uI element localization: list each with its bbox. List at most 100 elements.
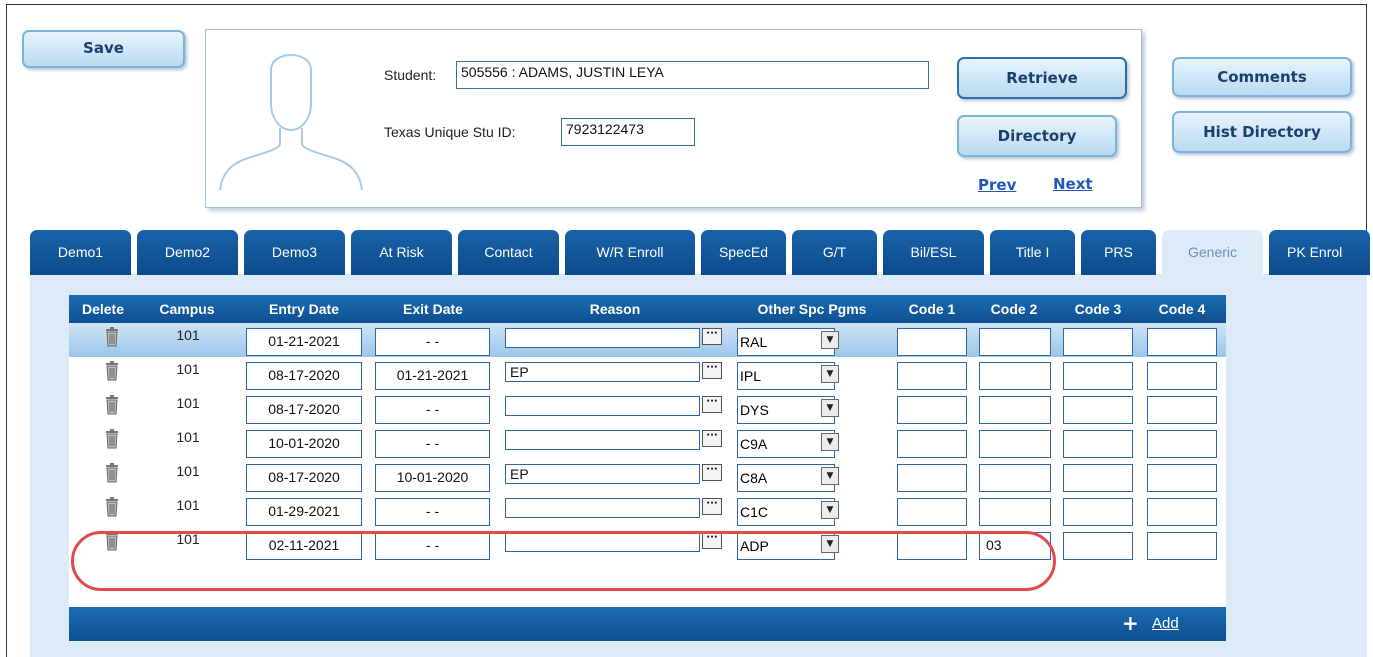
exit-date-field[interactable]: - -	[375, 498, 490, 526]
code-4-field[interactable]	[1147, 362, 1217, 390]
exit-date-field[interactable]: - -	[375, 328, 490, 356]
save-button[interactable]: Save	[22, 30, 185, 68]
tab-demo1[interactable]: Demo1	[30, 230, 131, 275]
trash-icon[interactable]	[104, 361, 120, 381]
tab-pk-enrol[interactable]: PK Enrol	[1269, 230, 1370, 275]
entry-date-field[interactable]: 10-01-2020	[246, 430, 362, 458]
tab-prs[interactable]: PRS	[1081, 230, 1156, 275]
dropdown-arrow-icon[interactable]: ▼	[821, 433, 839, 451]
trash-icon[interactable]	[104, 327, 120, 347]
directory-button[interactable]: Directory	[957, 115, 1117, 157]
ellipsis-icon[interactable]: ···	[702, 328, 722, 345]
code-3-field[interactable]	[1063, 328, 1133, 356]
entry-date-field[interactable]: 08-17-2020	[246, 362, 362, 390]
tab-gt[interactable]: G/T	[792, 230, 877, 275]
add-row-link[interactable]: Add	[1152, 615, 1179, 632]
code-1-field[interactable]	[897, 362, 967, 390]
ellipsis-icon[interactable]: ···	[702, 532, 722, 549]
code-1-field[interactable]	[897, 328, 967, 356]
code-2-field[interactable]	[979, 464, 1051, 492]
hist-directory-button[interactable]: Hist Directory	[1172, 111, 1352, 153]
trash-icon[interactable]	[104, 497, 120, 517]
table-row[interactable]: 101 01-21-2021 - - ··· RAL ▼	[69, 323, 1226, 357]
exit-date-field[interactable]: 10-01-2020	[375, 464, 490, 492]
code-1-field[interactable]	[897, 430, 967, 458]
dropdown-arrow-icon[interactable]: ▼	[821, 331, 839, 349]
code-1-field[interactable]	[897, 532, 967, 560]
code-2-field[interactable]	[979, 498, 1051, 526]
reason-field[interactable]	[505, 430, 700, 450]
table-row[interactable]: 101 02-11-2021 - - ··· ADP ▼ 03	[69, 527, 1226, 561]
dropdown-arrow-icon[interactable]: ▼	[821, 399, 839, 417]
tab-bil-esl[interactable]: Bil/ESL	[883, 230, 984, 275]
exit-date-field[interactable]: - -	[375, 396, 490, 424]
code-3-field[interactable]	[1063, 532, 1133, 560]
ellipsis-icon[interactable]: ···	[702, 464, 722, 481]
code-4-field[interactable]	[1147, 328, 1217, 356]
reason-field[interactable]	[505, 498, 700, 518]
code-4-field[interactable]	[1147, 498, 1217, 526]
table-row[interactable]: 101 01-29-2021 - - ··· C1C ▼	[69, 493, 1226, 527]
code-3-field[interactable]	[1063, 464, 1133, 492]
ellipsis-icon[interactable]: ···	[702, 498, 722, 515]
trash-icon[interactable]	[104, 463, 120, 483]
comments-button[interactable]: Comments	[1172, 57, 1352, 97]
entry-date-field[interactable]: 01-21-2021	[246, 328, 362, 356]
exit-date-field[interactable]: 01-21-2021	[375, 362, 490, 390]
reason-field[interactable]: EP	[505, 362, 700, 382]
dropdown-arrow-icon[interactable]: ▼	[821, 535, 839, 553]
table-row[interactable]: 101 08-17-2020 10-01-2020 EP ··· C8A ▼	[69, 459, 1226, 493]
ellipsis-icon[interactable]: ···	[702, 396, 722, 413]
ellipsis-icon[interactable]: ···	[702, 362, 722, 379]
dropdown-arrow-icon[interactable]: ▼	[821, 501, 839, 519]
code-4-field[interactable]	[1147, 532, 1217, 560]
exit-date-field[interactable]: - -	[375, 430, 490, 458]
code-2-field[interactable]	[979, 362, 1051, 390]
code-4-field[interactable]	[1147, 430, 1217, 458]
entry-date-field[interactable]: 08-17-2020	[246, 464, 362, 492]
entry-date-field[interactable]: 08-17-2020	[246, 396, 362, 424]
ellipsis-icon[interactable]: ···	[702, 430, 722, 447]
tab-generic[interactable]: Generic	[1162, 230, 1263, 275]
dropdown-arrow-icon[interactable]: ▼	[821, 467, 839, 485]
code-1-field[interactable]	[897, 396, 967, 424]
code-3-field[interactable]	[1063, 498, 1133, 526]
reason-field[interactable]	[505, 532, 700, 552]
code-2-field[interactable]	[979, 396, 1051, 424]
code-1-field[interactable]	[897, 464, 967, 492]
trash-icon[interactable]	[104, 531, 120, 551]
tab-contact[interactable]: Contact	[458, 230, 559, 275]
student-field[interactable]: 505556 : ADAMS, JUSTIN LEYA	[456, 61, 929, 89]
code-3-field[interactable]	[1063, 362, 1133, 390]
code-2-field[interactable]: 03	[979, 532, 1051, 560]
tab-at-risk[interactable]: At Risk	[351, 230, 452, 275]
entry-date-field[interactable]: 01-29-2021	[246, 498, 362, 526]
table-row[interactable]: 101 08-17-2020 - - ··· DYS ▼	[69, 391, 1226, 425]
tab-title-i[interactable]: Title I	[990, 230, 1075, 275]
reason-field[interactable]: EP	[505, 464, 700, 484]
table-row[interactable]: 101 08-17-2020 01-21-2021 EP ··· IPL ▼	[69, 357, 1226, 391]
table-row[interactable]: 101 10-01-2020 - - ··· C9A ▼	[69, 425, 1226, 459]
tab-demo3[interactable]: Demo3	[244, 230, 345, 275]
entry-date-field[interactable]: 02-11-2021	[246, 532, 362, 560]
code-4-field[interactable]	[1147, 396, 1217, 424]
tab-demo2[interactable]: Demo2	[137, 230, 238, 275]
reason-field[interactable]	[505, 328, 700, 348]
code-2-field[interactable]	[979, 430, 1051, 458]
exit-date-field[interactable]: - -	[375, 532, 490, 560]
code-1-field[interactable]	[897, 498, 967, 526]
code-2-field[interactable]	[979, 328, 1051, 356]
tab-speced[interactable]: SpecEd	[701, 230, 786, 275]
retrieve-button[interactable]: Retrieve	[957, 57, 1127, 99]
tab-wr-enroll[interactable]: W/R Enroll	[565, 230, 695, 275]
dropdown-arrow-icon[interactable]: ▼	[821, 365, 839, 383]
trash-icon[interactable]	[104, 395, 120, 415]
trash-icon[interactable]	[104, 429, 120, 449]
prev-link[interactable]: Prev	[978, 176, 1016, 194]
code-3-field[interactable]	[1063, 430, 1133, 458]
reason-field[interactable]	[505, 396, 700, 416]
code-3-field[interactable]	[1063, 396, 1133, 424]
code-4-field[interactable]	[1147, 464, 1217, 492]
tsid-field[interactable]: 7923122473	[561, 118, 695, 146]
next-link[interactable]: Next	[1053, 175, 1093, 193]
